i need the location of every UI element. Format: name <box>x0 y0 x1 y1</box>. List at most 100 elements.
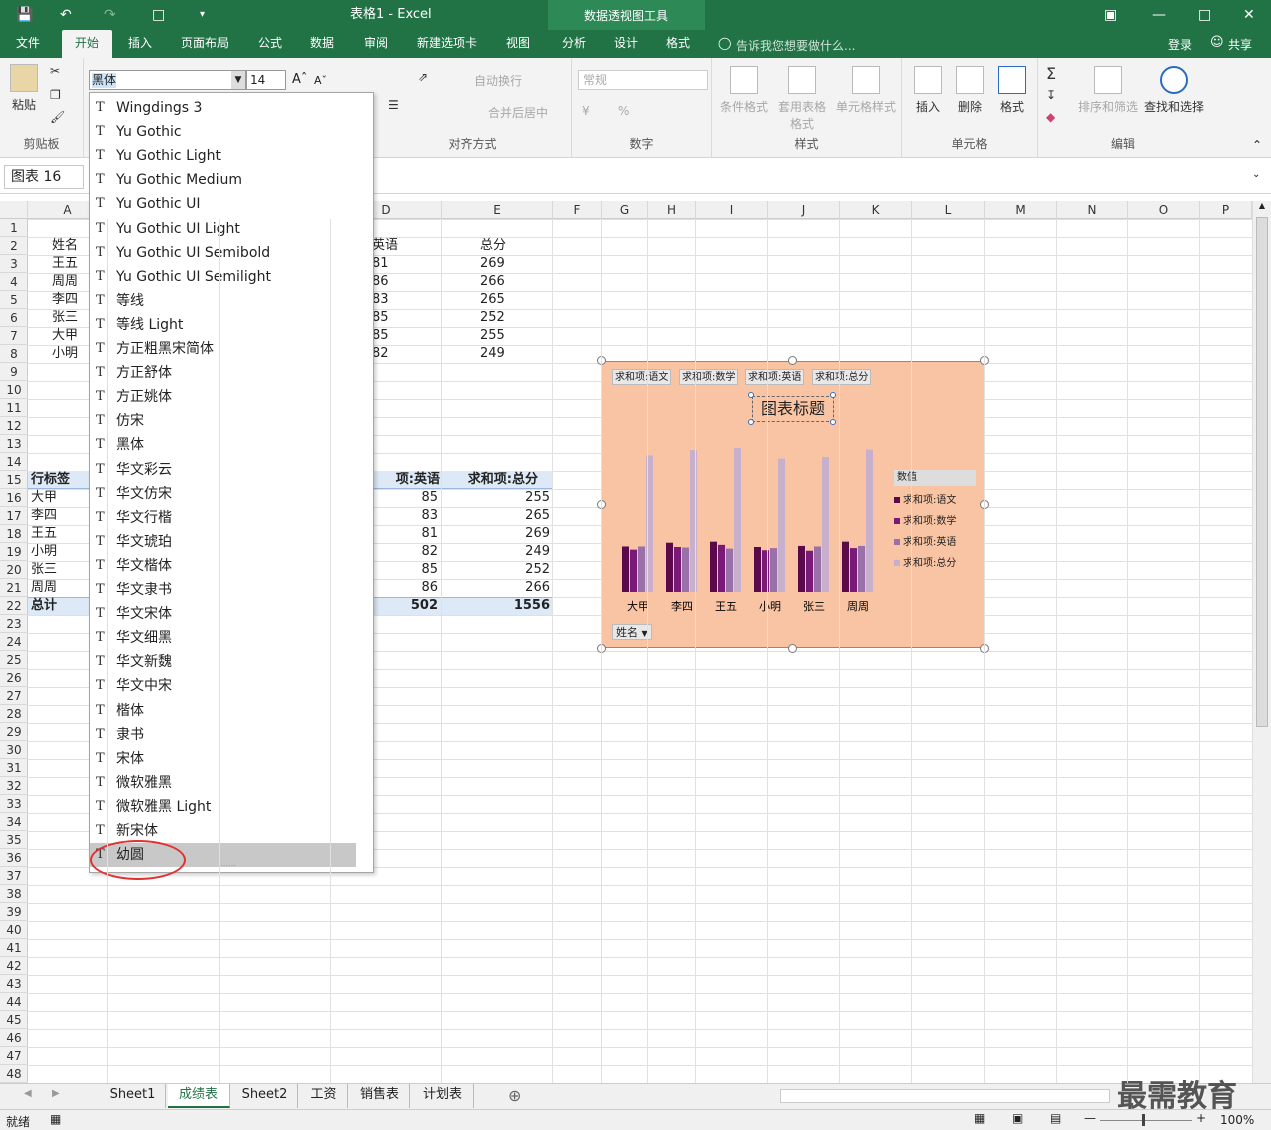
tab-analyze[interactable]: 分析 <box>552 30 596 58</box>
font-item[interactable]: T Yu Gothic Light <box>90 144 356 168</box>
row-header[interactable]: 11 <box>0 399 28 417</box>
font-item[interactable]: T Yu Gothic UI Semilight <box>90 265 356 289</box>
clear-icon[interactable]: ◆ <box>1046 110 1055 124</box>
macro-record-icon[interactable]: ▦ <box>50 1112 61 1126</box>
font-item[interactable]: T 华文行楷 <box>90 506 356 530</box>
select-all[interactable] <box>0 201 28 219</box>
pivot-total-label[interactable]: 总计 <box>31 597 91 615</box>
row-header[interactable]: 20 <box>0 561 28 579</box>
chart-field-button[interactable]: 求和项:数学 <box>679 369 739 385</box>
row-header[interactable]: 1 <box>0 219 28 237</box>
row-header[interactable]: 28 <box>0 705 28 723</box>
table-cell[interactable]: 小明 <box>52 345 92 363</box>
row-header[interactable]: 3 <box>0 255 28 273</box>
table-cell[interactable]: 255 <box>480 327 540 345</box>
title-handle[interactable] <box>748 392 754 398</box>
collapse-ribbon-icon[interactable]: ⌃ <box>1252 138 1262 152</box>
row-header[interactable]: 27 <box>0 687 28 705</box>
format-painter-icon[interactable]: 🖌 <box>50 110 65 124</box>
row-header[interactable]: 30 <box>0 741 28 759</box>
column-header[interactable]: P <box>1200 201 1252 219</box>
pivot-value[interactable]: 85 <box>380 561 438 579</box>
pivot-row-label[interactable]: 小明 <box>31 543 91 561</box>
font-item[interactable]: T 宋体 <box>90 747 356 771</box>
font-item[interactable]: T 微软雅黑 <box>90 771 356 795</box>
redo-icon[interactable]: ↷ <box>104 0 116 30</box>
table-cell[interactable]: 269 <box>480 255 540 273</box>
sheet-tab[interactable]: 成绩表 <box>168 1084 230 1108</box>
legend-entry[interactable]: 求和项:数学 <box>894 511 976 532</box>
column-header[interactable]: F <box>553 201 602 219</box>
row-header[interactable]: 2 <box>0 237 28 255</box>
add-sheet-icon[interactable]: ⊕ <box>508 1086 521 1105</box>
scroll-thumb[interactable] <box>1256 217 1268 727</box>
zoom-level[interactable]: 100% <box>1220 1113 1254 1127</box>
autosum-icon[interactable]: Σ <box>1046 64 1056 83</box>
grow-font-icon[interactable]: Aˆ <box>292 72 307 87</box>
find-select-button[interactable]: 查找和选择 <box>1142 66 1206 115</box>
table-cell[interactable]: 265 <box>480 291 540 309</box>
row-header[interactable]: 39 <box>0 903 28 921</box>
column-header[interactable]: G <box>602 201 648 219</box>
legend-entry[interactable]: 求和项:英语 <box>894 532 976 553</box>
column-header[interactable]: L <box>912 201 985 219</box>
table-header-cell[interactable]: 总分 <box>480 237 540 255</box>
row-header[interactable]: 46 <box>0 1029 28 1047</box>
zoom-slider[interactable] <box>1100 1120 1192 1121</box>
tab-format[interactable]: 格式 <box>656 30 700 58</box>
row-header[interactable]: 32 <box>0 777 28 795</box>
font-size-combo[interactable]: 14 <box>246 70 286 90</box>
close-icon[interactable]: ✕ <box>1243 0 1255 30</box>
row-header[interactable]: 36 <box>0 849 28 867</box>
chart-resize-handle[interactable] <box>788 644 797 653</box>
pivot-value[interactable]: 83 <box>380 507 438 525</box>
pivot-value[interactable]: 85 <box>380 489 438 507</box>
bar[interactable] <box>778 458 785 592</box>
column-header[interactable]: E <box>442 201 553 219</box>
row-header[interactable]: 14 <box>0 453 28 471</box>
font-item[interactable]: T 微软雅黑 Light <box>90 795 356 819</box>
column-header[interactable]: K <box>840 201 912 219</box>
row-header[interactable]: 26 <box>0 669 28 687</box>
sheet-tab[interactable]: 计划表 <box>412 1084 474 1108</box>
bar[interactable] <box>798 545 805 592</box>
pivot-value[interactable]: 86 <box>380 579 438 597</box>
row-header[interactable]: 6 <box>0 309 28 327</box>
zoom-out-icon[interactable]: — <box>1084 1111 1096 1125</box>
bar[interactable] <box>630 549 637 592</box>
tell-me-input[interactable]: 告诉我您想要做什么... <box>736 37 855 54</box>
sort-filter-button[interactable]: 排序和筛选 <box>1076 66 1140 115</box>
font-item[interactable]: T 方正粗黑宋简体 <box>90 337 356 361</box>
row-header[interactable]: 4 <box>0 273 28 291</box>
table-cell[interactable]: 81 <box>372 255 428 273</box>
font-item[interactable]: T 方正舒体 <box>90 361 356 385</box>
font-item[interactable]: T 隶书 <box>90 723 356 747</box>
pivot-value[interactable]: 266 <box>480 579 550 597</box>
bar[interactable] <box>682 547 689 592</box>
font-item[interactable]: T 华文彩云 <box>90 458 356 482</box>
bar[interactable] <box>718 544 725 592</box>
table-cell[interactable]: 李四 <box>52 291 92 309</box>
next-sheet-icon[interactable]: ▶ <box>52 1088 60 1099</box>
row-header[interactable]: 21 <box>0 579 28 597</box>
bar[interactable] <box>754 547 761 592</box>
column-header[interactable]: N <box>1057 201 1128 219</box>
tab-insert[interactable]: 插入 <box>118 30 162 58</box>
row-header[interactable]: 38 <box>0 885 28 903</box>
row-header[interactable]: 23 <box>0 615 28 633</box>
bar[interactable] <box>734 447 741 592</box>
pivot-chart[interactable]: 求和项:语文 求和项:数学 求和项:英语 求和项:总分 图表标题 大甲 李四 王五 小明 张三… <box>601 361 985 648</box>
bar[interactable] <box>666 542 673 592</box>
table-cell[interactable]: 85 <box>372 309 428 327</box>
page-layout-icon[interactable]: ▣ <box>1012 1111 1023 1125</box>
resize-grip[interactable]: ⋯⋯ <box>220 861 236 870</box>
row-header[interactable]: 22 <box>0 597 28 615</box>
shrink-font-icon[interactable]: Aˇ <box>314 74 327 87</box>
row-header[interactable]: 19 <box>0 543 28 561</box>
sheet-tab[interactable]: 销售表 <box>350 1084 410 1108</box>
bar[interactable] <box>850 548 857 592</box>
font-item[interactable]: T 华文新魏 <box>90 650 356 674</box>
row-header[interactable]: 35 <box>0 831 28 849</box>
user-icon[interactable]: ☺ <box>1210 35 1224 50</box>
tab-page-layout[interactable]: 页面布局 <box>172 30 238 58</box>
